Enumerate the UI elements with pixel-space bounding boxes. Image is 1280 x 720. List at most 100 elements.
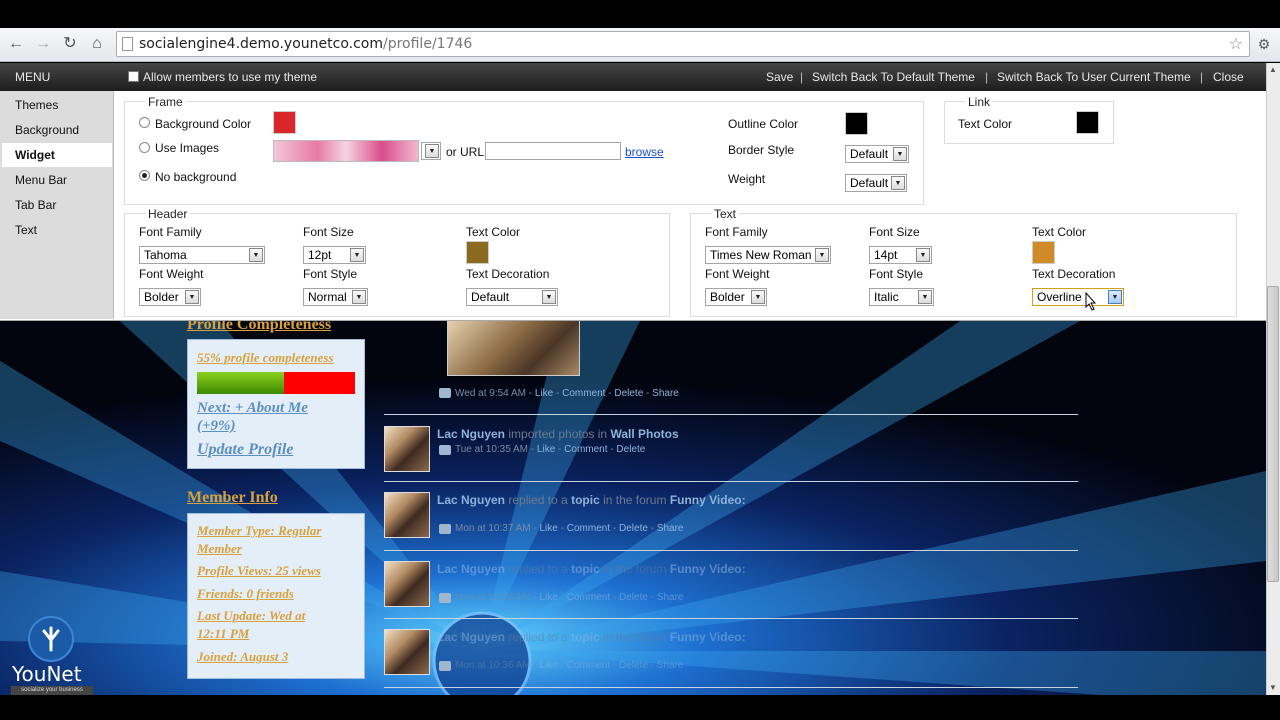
like-link[interactable]: Like xyxy=(540,592,558,603)
delete-link[interactable]: Delete xyxy=(619,523,648,534)
text-font-weight-select[interactable]: Bolder ▼ xyxy=(705,288,767,306)
menu-label[interactable]: MENU xyxy=(15,70,50,84)
header-font-style-label: Font Style xyxy=(303,267,358,281)
like-link[interactable]: Like xyxy=(540,523,558,534)
allow-members-option[interactable]: Allow members to use my theme xyxy=(128,70,317,84)
header-font-weight-select[interactable]: Bolder ▼ xyxy=(139,288,201,306)
header-font-family-select[interactable]: Tahoma ▼ xyxy=(139,246,265,264)
feed-item-meta: Tue at 10:35 AM - Like - Comment - Delet… xyxy=(455,444,645,455)
topic-link[interactable]: topic xyxy=(571,630,600,644)
address-bar[interactable]: socialengine4.demo.younetco.com/profile/… xyxy=(116,31,1250,57)
close-link[interactable]: Close xyxy=(1213,70,1244,84)
browse-link[interactable]: browse xyxy=(625,145,664,159)
switch-default-theme-link[interactable]: Switch Back To Default Theme xyxy=(812,70,975,84)
sidebar-item-menu-bar[interactable]: Menu Bar xyxy=(2,168,112,192)
image-select[interactable]: ▼ xyxy=(421,142,441,160)
weight-select[interactable]: Default ▼ xyxy=(845,174,907,192)
time: Mon at 10:36 AM xyxy=(455,660,531,671)
share-link[interactable]: Share xyxy=(657,523,684,534)
sidebar-item-themes[interactable]: Themes xyxy=(2,93,112,117)
text-text-decoration-select[interactable]: Overline ▼ xyxy=(1032,288,1124,306)
avatar[interactable] xyxy=(384,426,430,472)
delete-link[interactable]: Delete xyxy=(616,444,645,455)
theme-menu-bar: MENU Allow members to use my theme Save … xyxy=(0,63,1266,91)
avatar[interactable] xyxy=(384,492,430,538)
header-text-color-label: Text Color xyxy=(466,225,521,239)
bg-color-swatch[interactable] xyxy=(273,111,296,134)
scrollbar-thumb[interactable] xyxy=(1267,286,1279,582)
page-icon xyxy=(122,37,133,51)
text-text-color-label: Text Color xyxy=(1032,225,1087,239)
text-text-color-swatch[interactable] xyxy=(1032,241,1055,264)
like-link[interactable]: Like xyxy=(540,660,558,671)
like-link[interactable]: Like xyxy=(535,388,553,399)
frame-legend: Frame xyxy=(145,95,186,109)
border-style-select[interactable]: Default ▼ xyxy=(845,145,909,163)
sidebar-item-tab-bar[interactable]: Tab Bar xyxy=(2,193,112,217)
text-font-style-value: Italic xyxy=(874,290,899,304)
sidebar-item-background[interactable]: Background xyxy=(2,118,112,142)
bg-color-radio[interactable] xyxy=(139,117,150,128)
avatar[interactable] xyxy=(384,629,430,675)
user-link[interactable]: Lac Nguyen xyxy=(437,427,505,441)
like-link[interactable]: Like xyxy=(537,444,555,455)
completeness-text[interactable]: 55% profile completeness xyxy=(197,350,333,366)
update-profile-link[interactable]: Update Profile xyxy=(197,441,293,459)
friends-count[interactable]: Friends: 0 friends xyxy=(197,586,294,602)
comment-link[interactable]: Comment xyxy=(564,444,607,455)
switch-user-theme-link[interactable]: Switch Back To User Current Theme xyxy=(997,70,1191,84)
sidebar-item-text[interactable]: Text xyxy=(2,218,112,242)
comment-link[interactable]: Comment xyxy=(567,523,610,534)
comment-link[interactable]: Comment xyxy=(567,660,610,671)
no-background-radio[interactable] xyxy=(139,170,150,181)
comment-link[interactable]: Comment xyxy=(567,592,610,603)
share-link[interactable]: Share xyxy=(657,660,684,671)
forum-link[interactable]: Funny Video: xyxy=(670,630,746,644)
header-text-color-swatch[interactable] xyxy=(466,241,489,264)
topic-link[interactable]: topic xyxy=(571,493,600,507)
avatar[interactable] xyxy=(384,561,430,607)
delete-link[interactable]: Delete xyxy=(619,592,648,603)
photo-thumbnail[interactable] xyxy=(447,321,580,376)
url-input[interactable] xyxy=(485,142,621,160)
header-font-style-select[interactable]: Normal ▼ xyxy=(303,288,368,306)
user-link[interactable]: Lac Nguyen xyxy=(437,630,505,644)
browser-toolbar: ← → ↻ ⌂ socialengine4.demo.younetco.com/… xyxy=(0,28,1280,62)
home-icon[interactable]: ⌂ xyxy=(87,34,107,54)
outline-color-swatch[interactable] xyxy=(845,112,868,135)
forum-link[interactable]: Funny Video: xyxy=(670,562,746,576)
share-link[interactable]: Share xyxy=(652,388,679,399)
image-preview[interactable] xyxy=(273,140,419,162)
save-link[interactable]: Save xyxy=(766,70,793,84)
album-link[interactable]: Wall Photos xyxy=(610,427,678,441)
user-link[interactable]: Lac Nguyen xyxy=(437,493,505,507)
header-font-size-select[interactable]: 12pt ▼ xyxy=(303,246,366,264)
back-arrow-icon[interactable]: ← xyxy=(6,34,26,54)
delete-link[interactable]: Delete xyxy=(614,388,643,399)
scroll-down-icon[interactable]: ▼ xyxy=(1269,683,1277,692)
bookmark-star-icon[interactable]: ☆ xyxy=(1229,32,1243,56)
text-font-style-select[interactable]: Italic ▼ xyxy=(869,288,934,306)
comment-link[interactable]: Comment xyxy=(562,388,605,399)
text-font-family-select[interactable]: Times New Roman ▼ xyxy=(705,246,831,264)
scroll-up-icon[interactable]: ▲ xyxy=(1269,65,1277,74)
text-font-size-select[interactable]: 14pt ▼ xyxy=(869,246,932,264)
use-images-radio[interactable] xyxy=(139,142,150,153)
reload-icon[interactable]: ↻ xyxy=(60,34,80,54)
link-text-color-swatch[interactable] xyxy=(1076,111,1099,134)
action-text: replied to a xyxy=(508,630,568,644)
delete-link[interactable]: Delete xyxy=(619,660,648,671)
allow-members-checkbox[interactable] xyxy=(128,71,139,82)
header-text-decoration-select[interactable]: Default ▼ xyxy=(466,288,558,306)
share-link[interactable]: Share xyxy=(657,592,684,603)
no-background-label: No background xyxy=(155,170,237,184)
user-link[interactable]: Lac Nguyen xyxy=(437,562,505,576)
sidebar-item-widget[interactable]: Widget xyxy=(2,143,112,167)
forum-link[interactable]: Funny Video: xyxy=(670,493,746,507)
feed-item-text: Lac Nguyen replied to a topic in the for… xyxy=(437,562,746,576)
next-about-me-link[interactable]: Next: + About Me xyxy=(197,400,308,417)
wrench-icon[interactable]: ⚙ xyxy=(1254,34,1274,54)
forward-arrow-icon[interactable]: → xyxy=(33,34,53,54)
topic-link[interactable]: topic xyxy=(571,562,600,576)
feed-item-meta: Wed at 9:54 AM - Like - Comment - Delete… xyxy=(455,388,679,399)
